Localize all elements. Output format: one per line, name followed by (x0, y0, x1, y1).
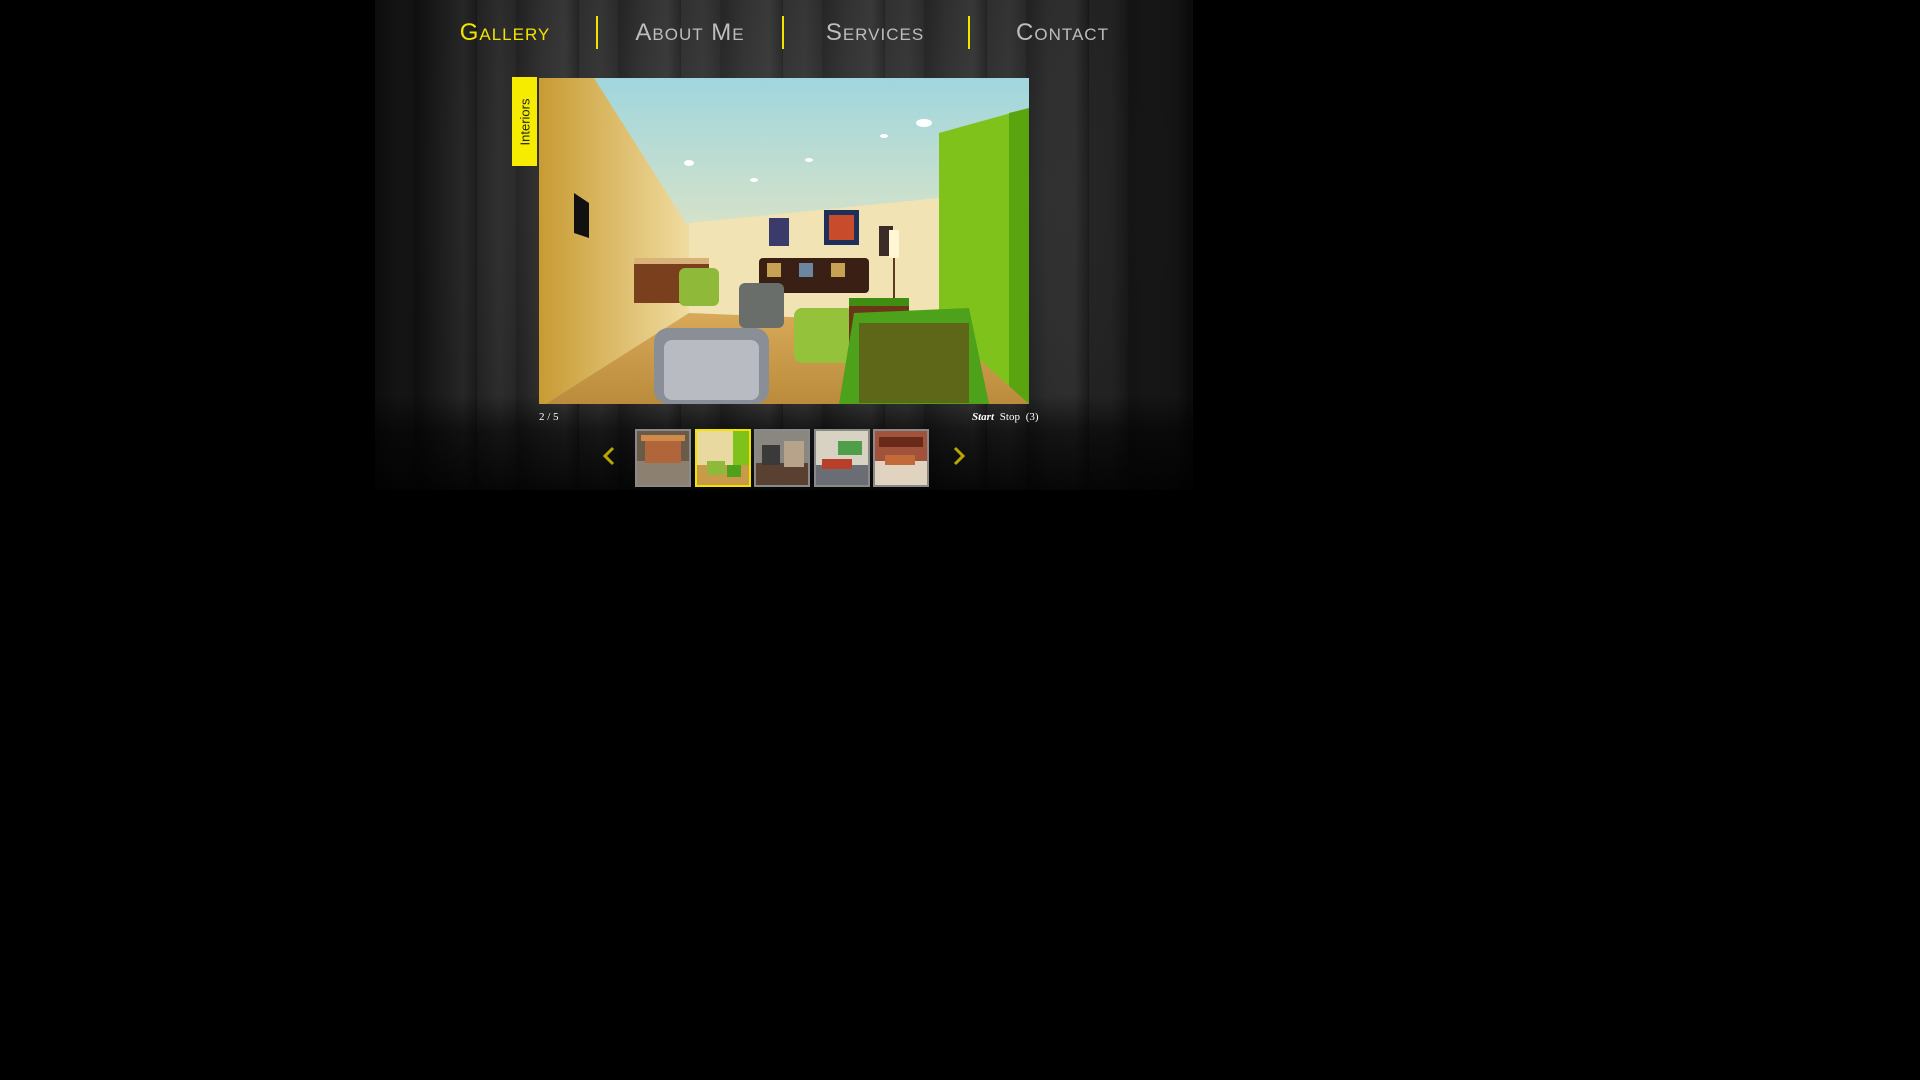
thumbnail-3[interactable] (754, 429, 810, 487)
main-photo[interactable] (539, 78, 1029, 404)
slide-counter: 2 / 5 (539, 411, 559, 423)
thumbnail-4[interactable] (814, 429, 870, 487)
thumbnail-2[interactable] (695, 429, 751, 487)
thumbnail-5[interactable] (873, 429, 929, 487)
category-tab[interactable]: Interiors (512, 77, 537, 166)
nav-about-me[interactable]: About Me (610, 18, 770, 48)
nav-services[interactable]: Services (800, 18, 950, 48)
site-container: Gallery About Me Services Contact Interi… (375, 0, 1193, 490)
nav-contact[interactable]: Contact (985, 18, 1140, 48)
nav-separator (596, 16, 598, 49)
nav-separator (968, 16, 970, 49)
nav-gallery[interactable]: Gallery (435, 18, 575, 48)
nav-separator (782, 16, 784, 49)
chevron-right-icon[interactable] (951, 446, 967, 466)
category-tab-label: Interiors (517, 98, 532, 145)
slideshow-controls: Start Stop (3) (972, 411, 1039, 423)
interval-label: (3) (1025, 411, 1039, 423)
chevron-left-icon[interactable] (601, 446, 617, 466)
start-button[interactable]: Start (972, 411, 994, 423)
stop-button[interactable]: Stop (1000, 411, 1020, 423)
thumbnail-1[interactable] (635, 429, 691, 487)
